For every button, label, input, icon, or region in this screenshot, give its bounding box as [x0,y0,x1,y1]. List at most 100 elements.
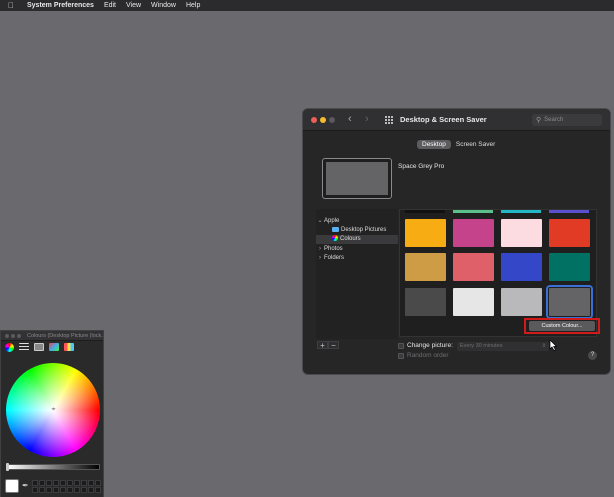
panel-minimize-button[interactable] [11,334,15,338]
interval-select[interactable]: Every 30 minutes ⇕ [457,342,549,351]
tab-desktop[interactable]: Desktop [417,140,451,149]
colour-swatch[interactable] [453,288,494,316]
back-chevron-icon[interactable]: ‹ [348,113,352,125]
colours-panel-titlebar: Colours (Desktop Picture (lock... [1,331,103,341]
search-field[interactable]: ⚲ Search [532,114,602,126]
colour-sliders-icon[interactable] [19,343,29,351]
help-button[interactable]: ? [588,351,597,360]
colour-swatch[interactable] [501,288,542,316]
colour-swatch[interactable] [546,285,593,319]
colour-slot[interactable] [95,487,101,493]
colour-slot[interactable] [60,487,66,493]
colour-slot[interactable] [88,480,94,486]
colour-slot[interactable] [46,480,52,486]
source-sidebar: ⌄Apple Desktop Pictures Colours › Photos … [316,209,398,339]
search-icon: ⚲ [536,117,542,124]
chevron-down-icon[interactable]: ⌄ [316,217,324,226]
show-all-grid-icon[interactable] [385,116,393,124]
sidebar-item-folders[interactable]: › Folders [316,254,398,263]
colour-slot[interactable] [74,487,80,493]
colour-swatch[interactable] [405,253,446,281]
interval-value: Every 30 minutes [460,343,503,349]
chevron-updown-icon: ⇕ [541,343,546,349]
search-placeholder: Search [544,117,564,123]
custom-colour-slots [32,480,101,493]
colour-palettes-icon[interactable] [34,343,44,351]
colour-swatch[interactable] [549,219,590,247]
colour-slot[interactable] [81,487,87,493]
panel-close-button[interactable] [5,334,9,338]
colours-panel-title: Colours (Desktop Picture (lock... [27,332,103,339]
random-order-checkbox[interactable] [398,353,404,359]
colour-slot[interactable] [81,480,87,486]
sidebar-item-colours[interactable]: Colours [316,235,398,244]
menu-system-preferences[interactable]: System Preferences [22,2,99,9]
minimize-button[interactable] [320,117,326,123]
tab-bar: Desktop Screen Saver [417,140,500,149]
change-picture-checkbox[interactable] [398,343,404,349]
tab-screen-saver[interactable]: Screen Saver [451,140,500,149]
colour-slot[interactable] [74,480,80,486]
colour-slot[interactable] [53,480,59,486]
colour-mode-toolbar [5,343,79,352]
colour-swatch[interactable] [405,288,446,316]
menu-bar:  System Preferences Edit View Window He… [0,0,614,11]
eyedropper-icon[interactable]: ✒ [22,481,29,490]
colour-swatch[interactable] [453,253,494,281]
change-picture-label: Change picture: [407,342,453,349]
colour-slot[interactable] [88,487,94,493]
apple-logo-icon[interactable]:  [0,1,22,10]
current-colour-well[interactable] [5,479,19,493]
colour-slot[interactable] [67,487,73,493]
brightness-slider[interactable] [7,464,100,470]
colour-swatch[interactable] [549,253,590,281]
colour-slot[interactable] [39,480,45,486]
folder-icon [332,226,339,232]
menu-view[interactable]: View [121,2,146,9]
desktop-preview [322,158,392,199]
mouse-cursor-icon [549,340,558,351]
sidebar-item-desktop-pictures[interactable]: Desktop Pictures [316,226,398,235]
colour-slot[interactable] [95,480,101,486]
colour-slot[interactable] [60,480,66,486]
menu-help[interactable]: Help [181,2,205,9]
desktop-screen-saver-window: ‹ › Desktop & Screen Saver ⚲ Search Desk… [302,108,611,375]
colour-swatch[interactable] [453,219,494,247]
menu-edit[interactable]: Edit [99,2,121,9]
sidebar-item-apple[interactable]: ⌄Apple [316,217,398,226]
swatch-strip [453,210,493,213]
colour-swatch[interactable] [405,219,446,247]
swatch-strip [549,210,589,213]
swatch-strip [405,210,445,213]
forward-chevron-icon[interactable]: › [365,113,369,125]
remove-folder-button[interactable]: − [328,341,339,350]
add-folder-button[interactable]: + [317,341,328,350]
colours-panel: Colours (Desktop Picture (lock... ⌖ ✒ [0,330,104,497]
colour-swatch[interactable] [501,253,542,281]
colour-slot[interactable] [46,487,52,493]
random-order-label: Random order [407,352,449,359]
colour-wheel-icon[interactable] [5,343,14,352]
colour-slot[interactable] [53,487,59,493]
colour-slot[interactable] [39,487,45,493]
custom-colour-button[interactable]: Custom Colour... [529,321,595,331]
chevron-right-icon[interactable]: › [316,245,324,254]
add-remove-buttons: + − [317,341,339,350]
panel-zoom-button[interactable] [17,334,21,338]
crosshair-icon[interactable]: ⌖ [50,406,57,413]
zoom-button[interactable] [329,117,335,123]
colour-slot[interactable] [67,480,73,486]
window-titlebar: ‹ › Desktop & Screen Saver ⚲ Search [303,109,610,131]
brightness-slider-knob[interactable] [6,463,9,471]
image-palettes-icon[interactable] [49,343,59,351]
colour-swatch[interactable] [501,219,542,247]
menu-window[interactable]: Window [146,2,181,9]
close-button[interactable] [311,117,317,123]
chevron-right-icon[interactable]: › [316,254,324,263]
swatch-strip [501,210,541,213]
colour-slot[interactable] [32,480,38,486]
pencils-icon[interactable] [64,343,74,351]
colour-slot[interactable] [32,487,38,493]
picture-name: Space Grey Pro [398,163,445,170]
sidebar-item-photos[interactable]: › Photos [316,245,398,254]
